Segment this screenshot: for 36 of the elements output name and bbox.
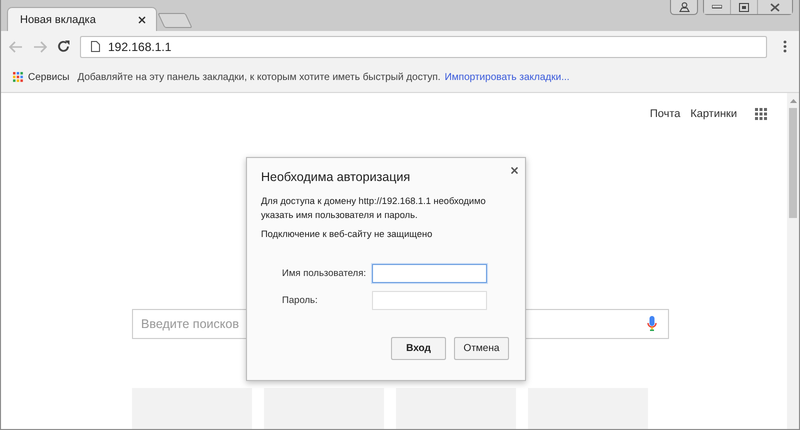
import-bookmarks-link[interactable]: Импортировать закладки... — [444, 72, 570, 82]
close-icon — [770, 2, 780, 12]
close-window-button[interactable] — [758, 0, 792, 14]
restore-icon — [739, 2, 749, 12]
bookmarks-hint: Добавляйте на эту панель закладки, к которым хотите иметь быстрый доступ. — [77, 72, 441, 82]
person-icon — [678, 2, 690, 12]
apps-shortcut[interactable]: Сервисы — [13, 72, 70, 82]
microphone-icon[interactable] — [647, 316, 657, 332]
scroll-up-arrow-icon[interactable] — [790, 99, 796, 103]
menu-icon[interactable] — [783, 40, 787, 53]
close-icon[interactable] — [138, 16, 146, 24]
forward-arrow-icon[interactable] — [33, 40, 47, 52]
input-field[interactable] — [372, 264, 487, 283]
field-label: Пароль: — [282, 295, 318, 306]
cancel-button[interactable]: Отмена — [454, 337, 509, 360]
new-tab-button[interactable] — [158, 13, 192, 28]
restore-button[interactable] — [731, 0, 758, 14]
apps-grid-icon[interactable] — [755, 108, 767, 120]
close-icon[interactable] — [511, 167, 518, 174]
field-label: Имя пользователя: — [282, 268, 366, 279]
address-bar[interactable]: 192.168.1.1 — [80, 36, 767, 58]
security-warning: Подключение к веб-сайту не защищено — [261, 228, 434, 241]
top-link[interactable]: Почта — [650, 108, 680, 120]
profile-button[interactable] — [670, 0, 698, 15]
minimize-icon — [712, 5, 722, 9]
top-link[interactable]: Картинки — [690, 108, 737, 120]
minimize-button[interactable] — [704, 0, 731, 14]
reload-icon[interactable] — [57, 40, 70, 53]
dialog-message: Для доступа к домену http://192.168.1.1 необходимо указать имя пользователя и пароль. — [261, 195, 487, 222]
back-arrow-icon[interactable] — [9, 40, 23, 52]
apps-grid-icon — [13, 72, 23, 82]
scrollbar-thumb[interactable] — [789, 108, 797, 218]
dialog-title: Необходима авторизация — [261, 170, 412, 184]
login-button[interactable]: Вход — [391, 337, 446, 360]
browser-tab[interactable]: Новая вкладка — [7, 7, 157, 31]
page-icon — [91, 41, 100, 52]
